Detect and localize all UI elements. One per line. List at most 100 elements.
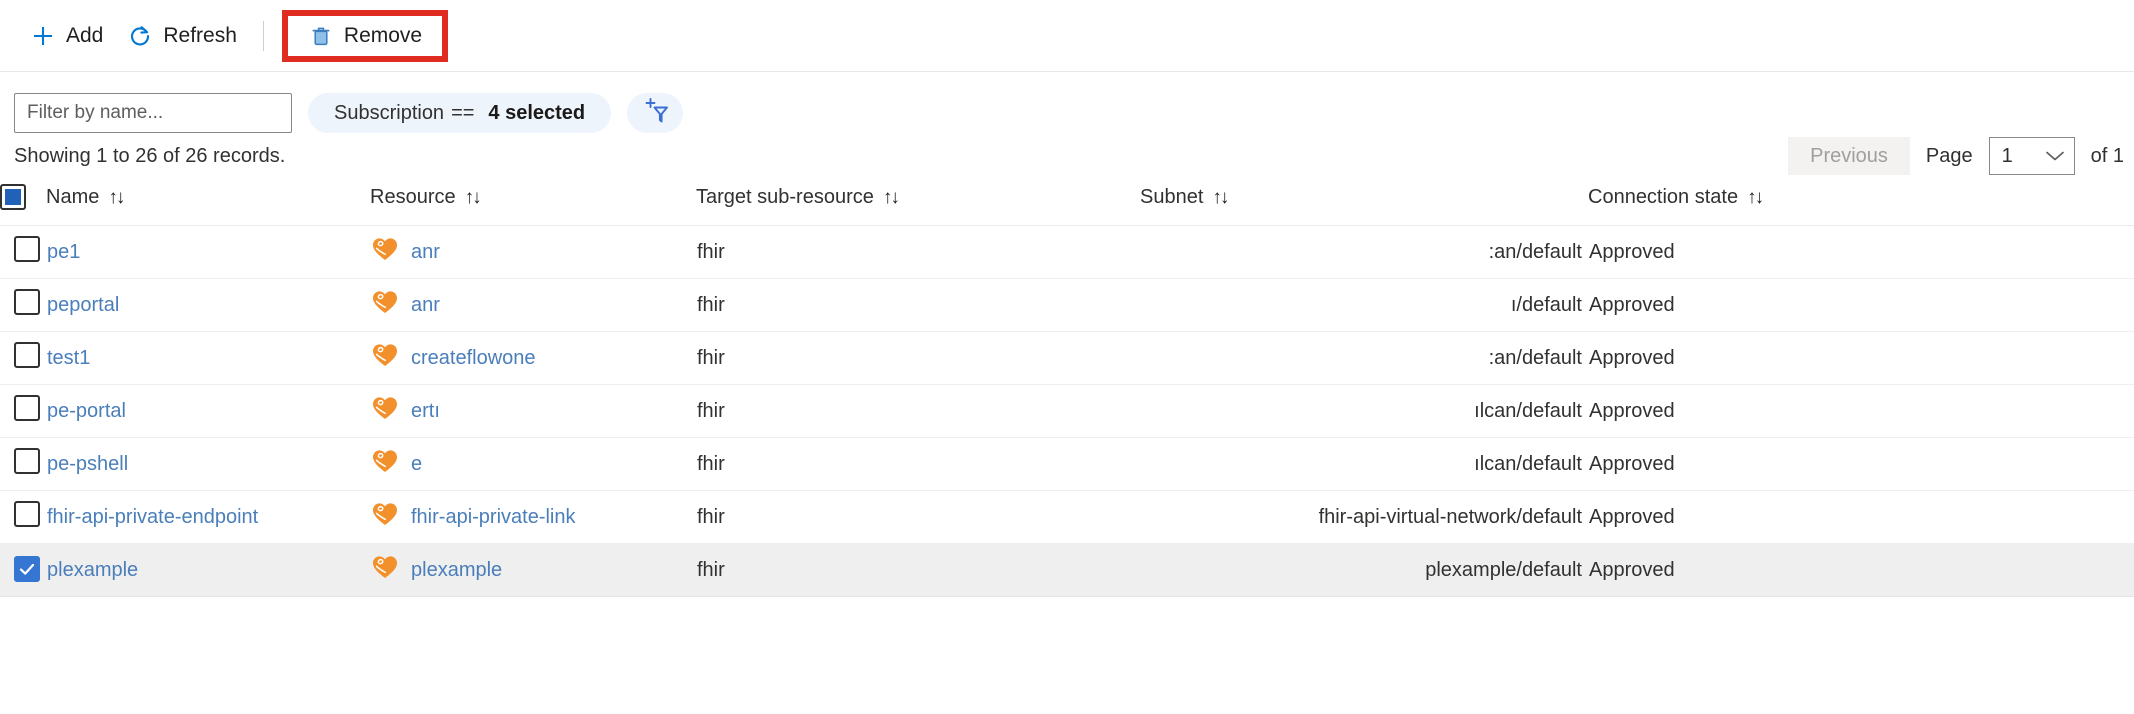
page-number-select[interactable]: 1 <box>1989 137 2075 175</box>
endpoint-name-link[interactable]: test1 <box>47 347 90 369</box>
endpoint-name-link[interactable]: pe1 <box>47 241 80 263</box>
fhir-service-icon <box>371 447 399 481</box>
cell-subnet[interactable]: plexample/default <box>1140 544 1588 597</box>
records-row: Showing 1 to 26 of 26 records. Previous … <box>0 134 2134 178</box>
column-header-subnet[interactable]: Subnet ↑↓ <box>1140 178 1588 226</box>
add-filter-icon <box>640 97 670 130</box>
subscription-filter-pill[interactable]: Subscription == 4 selected <box>308 93 611 133</box>
endpoint-name-link[interactable]: pe-portal <box>47 400 126 422</box>
cell-resource: anr <box>370 226 696 279</box>
refresh-button[interactable]: Refresh <box>115 14 249 58</box>
cell-subnet[interactable]: fhir-api-virtual-network/default <box>1140 491 1588 544</box>
resource-link[interactable]: anr <box>411 294 440 317</box>
add-button-label: Add <box>66 24 103 48</box>
cell-subnet[interactable]: ı/default <box>1140 279 1588 332</box>
table-row[interactable]: plexample plexample fhirplexample/defaultA… <box>0 544 2134 597</box>
chevron-down-icon <box>2044 149 2066 163</box>
column-header-resource[interactable]: Resource ↑↓ <box>370 178 696 226</box>
trash-icon <box>308 23 334 49</box>
add-filter-button[interactable] <box>627 93 683 133</box>
toolbar-divider <box>263 21 264 51</box>
sort-icon: ↑↓ <box>1747 187 1762 209</box>
subscription-filter-value: 4 selected <box>488 102 585 125</box>
row-select-cell <box>0 438 46 491</box>
row-select-cell <box>0 279 46 332</box>
cell-name: peportal <box>46 279 370 332</box>
cell-target-sub-resource: fhir <box>696 438 1140 491</box>
row-checkbox[interactable] <box>14 501 40 527</box>
records-count: Showing 1 to 26 of 26 records. <box>14 145 285 168</box>
fhir-service-icon <box>371 553 399 587</box>
resource-link[interactable]: e <box>411 453 422 476</box>
cell-subnet[interactable]: :an/default <box>1140 332 1588 385</box>
cell-target-sub-resource: fhir <box>696 491 1140 544</box>
subscription-filter-field: Subscription <box>334 102 444 125</box>
table-row[interactable]: test1createflowonefhir:an/defaultApprove… <box>0 332 2134 385</box>
row-checkbox[interactable] <box>14 448 40 474</box>
table-body: pe1anrfhir:an/defaultApprovedpeportalanr… <box>0 226 2134 597</box>
resource-link[interactable]: fhir-api-private-link <box>411 506 576 529</box>
cell-connection-state: Approved <box>1588 279 2134 332</box>
select-all-checkbox[interactable] <box>0 184 26 210</box>
table-row[interactable]: fhir-api-private-endpoint fhir-api-privat… <box>0 491 2134 544</box>
column-header-resource-label: Resource <box>370 186 456 209</box>
table-header: Name ↑↓ Resource ↑↓ Target sub-resource … <box>0 178 2134 226</box>
row-checkbox[interactable] <box>14 289 40 315</box>
row-select-cell <box>0 226 46 279</box>
cell-connection-state: Approved <box>1588 332 2134 385</box>
cell-target-sub-resource: fhir <box>696 544 1140 597</box>
select-all-cell <box>0 178 46 226</box>
row-checkbox[interactable] <box>14 236 40 262</box>
endpoint-name-link[interactable]: fhir-api-private-endpoint <box>47 506 258 528</box>
refresh-button-label: Refresh <box>163 24 237 48</box>
table-row[interactable]: pe-pshell e fhirılcan/defaultApproved <box>0 438 2134 491</box>
search-input[interactable] <box>14 93 292 133</box>
column-header-target-sub-resource-label: Target sub-resource <box>696 186 874 209</box>
endpoint-name-link[interactable]: pe-pshell <box>47 453 128 475</box>
page-total-label: of 1 <box>2091 145 2124 168</box>
remove-button-label: Remove <box>344 24 422 48</box>
cell-resource: e <box>370 438 696 491</box>
row-checkbox[interactable] <box>14 395 40 421</box>
fhir-service-icon <box>371 288 399 322</box>
refresh-icon <box>127 23 153 49</box>
endpoint-name-link[interactable]: peportal <box>47 294 119 316</box>
row-select-cell <box>0 385 46 438</box>
resource-link[interactable]: createflowone <box>411 347 536 370</box>
resource-link[interactable]: ertı <box>411 400 440 423</box>
add-button[interactable]: Add <box>18 14 115 58</box>
table-header-row: Name ↑↓ Resource ↑↓ Target sub-resource … <box>0 178 2134 226</box>
column-header-subnet-label: Subnet <box>1140 186 1203 209</box>
cell-connection-state: Approved <box>1588 491 2134 544</box>
subscription-filter-operator: == <box>451 102 474 125</box>
cell-connection-state: Approved <box>1588 544 2134 597</box>
filter-bar: Subscription == 4 selected <box>0 72 2134 134</box>
fhir-service-icon <box>371 500 399 534</box>
cell-resource: ertı <box>370 385 696 438</box>
cell-name: test1 <box>46 332 370 385</box>
resource-link[interactable]: plexample <box>411 559 502 582</box>
row-checkbox[interactable] <box>14 556 40 582</box>
table-row[interactable]: pe-portalertıfhirılcan/defaultApproved <box>0 385 2134 438</box>
column-header-name-label: Name <box>46 186 99 209</box>
cell-resource: fhir-api-private-link <box>370 491 696 544</box>
cell-subnet[interactable]: :an/default <box>1140 226 1588 279</box>
table-row[interactable]: peportalanrfhirı/defaultApproved <box>0 279 2134 332</box>
sort-icon: ↑↓ <box>1212 187 1227 209</box>
cell-subnet[interactable]: ılcan/default <box>1140 385 1588 438</box>
cell-subnet[interactable]: ılcan/default <box>1140 438 1588 491</box>
row-checkbox[interactable] <box>14 342 40 368</box>
previous-page-button[interactable]: Previous <box>1788 137 1910 175</box>
column-header-target-sub-resource[interactable]: Target sub-resource ↑↓ <box>696 178 1140 226</box>
table-row[interactable]: pe1anrfhir:an/defaultApproved <box>0 226 2134 279</box>
fhir-service-icon <box>371 341 399 375</box>
endpoint-name-link[interactable]: plexample <box>47 559 138 581</box>
cell-name: pe-pshell <box>46 438 370 491</box>
cell-target-sub-resource: fhir <box>696 226 1140 279</box>
column-header-connection-state[interactable]: Connection state ↑↓ <box>1588 178 2134 226</box>
plus-icon <box>30 23 56 49</box>
remove-button[interactable]: Remove <box>296 14 434 58</box>
cell-connection-state: Approved <box>1588 438 2134 491</box>
resource-link[interactable]: anr <box>411 241 440 264</box>
column-header-name[interactable]: Name ↑↓ <box>46 178 370 226</box>
